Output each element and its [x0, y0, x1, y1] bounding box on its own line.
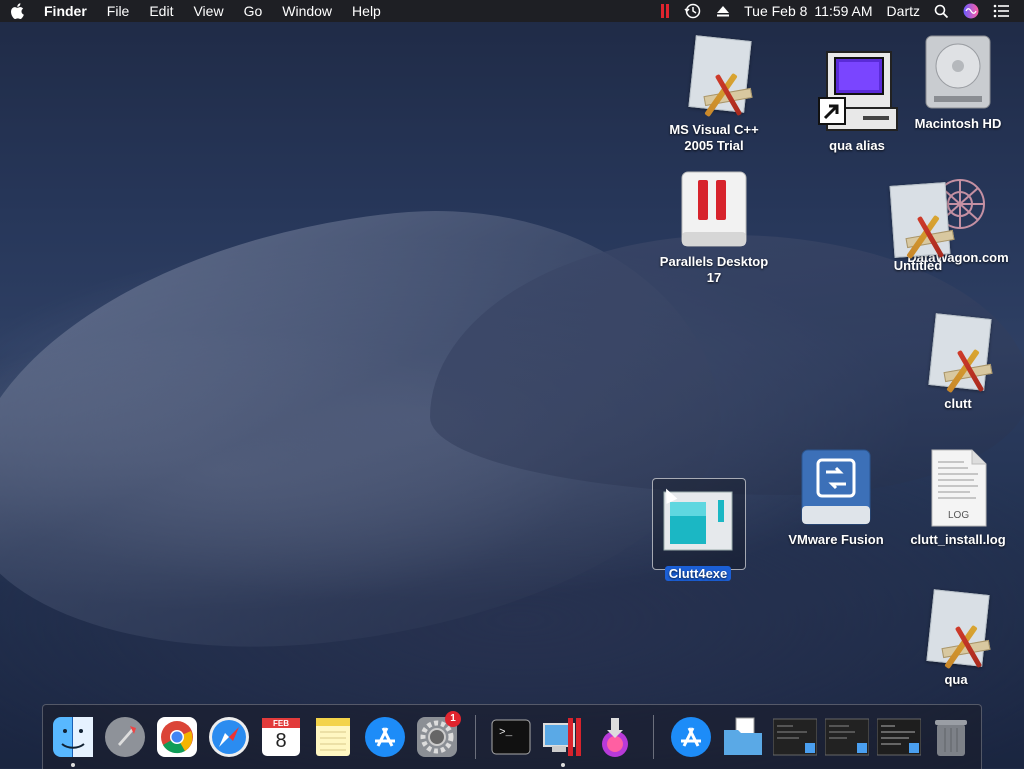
eject-icon[interactable] [709, 4, 737, 18]
siri-icon[interactable] [956, 3, 986, 19]
terminal-icon[interactable]: >_ [489, 715, 533, 759]
desktop-icon-untitled[interactable]: Untitled [858, 182, 978, 274]
desktop-icon-label: Parallels Desktop 17 [659, 254, 769, 285]
document-icon [916, 588, 996, 670]
dock-separator [653, 715, 654, 759]
desktop-icon-label: qua alias [829, 138, 885, 153]
desktop-icon-label: VMware Fusion [788, 532, 884, 547]
dock: FEB 8 1 >_ [42, 704, 982, 769]
notes-icon[interactable] [311, 715, 355, 759]
desktop-icon-macintosh-hd[interactable]: Macintosh HD [898, 32, 1018, 132]
window-thumb-1[interactable] [773, 715, 817, 759]
menu-file[interactable]: File [97, 0, 140, 22]
parallels-icon[interactable] [653, 4, 677, 18]
desktop-icon-label: clutt_install.log [910, 532, 1006, 547]
desktop-icon-clutt-install-log[interactable]: LOG clutt_install.log [898, 448, 1018, 548]
time-machine-icon[interactable] [677, 3, 709, 19]
downloads-stack-icon[interactable] [721, 715, 765, 759]
desktop-icon-label: qua [944, 672, 968, 687]
menu-help[interactable]: Help [342, 0, 391, 22]
document-icon [878, 182, 958, 260]
spotlight-icon[interactable] [927, 4, 956, 19]
parallels-desktop-icon[interactable] [541, 715, 585, 767]
desktop-icon-ms-visual-cpp[interactable]: MS Visual C++ 2005 Trial [654, 34, 774, 154]
safari-icon[interactable] [207, 715, 251, 759]
apple-icon[interactable] [0, 3, 34, 19]
menu-view[interactable]: View [183, 0, 233, 22]
log-file-icon: LOG [918, 448, 998, 528]
trash-icon[interactable] [929, 715, 973, 759]
desktop-icon-label: clutt [944, 396, 972, 411]
desktop-icon-clutt4exe[interactable]: Clutt4exe [638, 486, 758, 582]
launchpad-icon[interactable] [103, 715, 147, 759]
desktop-icon-label: Untitled [893, 258, 943, 273]
parallels-app-icon [676, 170, 752, 250]
menu-time[interactable]: 11:59 AM [814, 0, 879, 22]
calendar-day: 8 [275, 730, 287, 752]
hard-drive-icon [920, 32, 996, 112]
app-store-icon-2[interactable] [669, 715, 713, 759]
window-thumb-3[interactable] [877, 715, 921, 759]
menu-date[interactable]: Tue Feb 8 [737, 0, 814, 22]
document-icon [918, 312, 998, 394]
app-store-icon[interactable] [363, 715, 407, 759]
log-badge: LOG [948, 510, 970, 521]
menu-window[interactable]: Window [272, 0, 342, 22]
menu-bar: Finder File Edit View Go Window Help Tue… [0, 0, 1024, 22]
desktop-icon-parallels-desktop[interactable]: Parallels Desktop 17 [654, 170, 774, 286]
chrome-icon[interactable] [155, 715, 199, 759]
menu-app-name[interactable]: Finder [34, 0, 97, 22]
window-thumb-2[interactable] [825, 715, 869, 759]
desktop-icon-label: Clutt4exe [664, 566, 732, 581]
finder-icon[interactable] [51, 715, 95, 767]
dock-separator [475, 715, 476, 759]
desktop-icon-qua[interactable]: qua [896, 588, 1016, 688]
classic-mac-alias-icon [815, 48, 899, 134]
desktop-icon-clutt[interactable]: clutt [898, 312, 1018, 412]
desktop-icon-vmware-fusion[interactable]: VMware Fusion [776, 448, 896, 548]
notification-badge: 1 [445, 711, 461, 727]
menu-user[interactable]: Dartz [880, 0, 927, 22]
disk-utility-icon[interactable] [593, 715, 637, 759]
desktop-icon-label: Macintosh HD [914, 116, 1002, 131]
calendar-icon[interactable]: FEB 8 [259, 715, 303, 759]
terminal-prompt: >_ [499, 727, 513, 739]
wallpaper-dune [0, 181, 740, 679]
notification-center-icon[interactable] [986, 4, 1016, 18]
calendar-month: FEB [273, 719, 289, 728]
vmware-disk-icon [796, 448, 876, 528]
desktop-icon-label: MS Visual C++ 2005 Trial [669, 122, 759, 153]
system-preferences-icon[interactable]: 1 [415, 711, 461, 759]
menu-edit[interactable]: Edit [139, 0, 183, 22]
document-icon [674, 34, 754, 118]
menu-go[interactable]: Go [234, 0, 273, 22]
